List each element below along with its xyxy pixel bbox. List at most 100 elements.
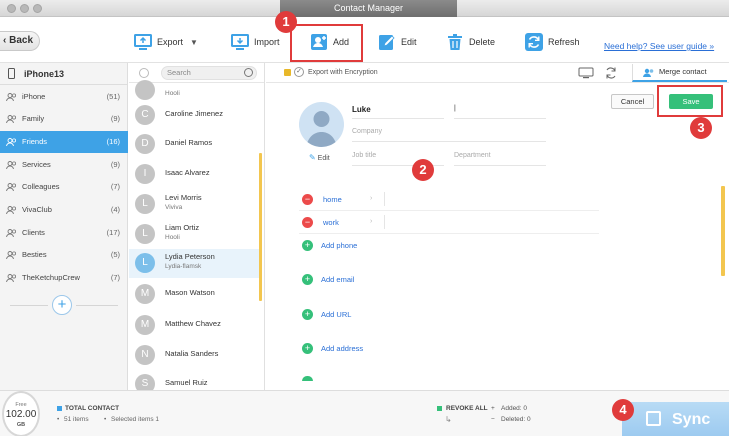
group-label: Colleagues: [22, 182, 60, 191]
group-icon: [6, 161, 17, 169]
revoke-marker: [437, 406, 442, 411]
contact-row[interactable]: C Caroline Jimenez: [129, 101, 259, 130]
storage-gauge: Free 102.00 GB: [2, 391, 40, 436]
delete-label: Delete: [469, 37, 496, 47]
chevron-right-icon: ›: [370, 195, 373, 202]
contact-row-selected[interactable]: L Lydia Peterson Lydia-flamsk: [129, 249, 259, 278]
add-address-link[interactable]: Add address: [321, 344, 363, 353]
encryption-checkbox[interactable]: ✓: [294, 67, 304, 77]
sidebar-group-vivaclub[interactable]: VivaClub (4): [0, 199, 128, 221]
contact-photo[interactable]: [299, 102, 344, 147]
add-url-link[interactable]: Add URL: [321, 310, 351, 319]
total-contact-marker: [57, 406, 62, 411]
first-name-field[interactable]: Luke: [352, 105, 444, 119]
device-name: iPhone13: [24, 69, 65, 79]
phone-label-work[interactable]: work: [323, 218, 339, 227]
contact-row[interactable]: L Levi Morris Viviva: [129, 190, 259, 219]
add-email-link[interactable]: Add email: [321, 275, 354, 284]
callout-badge-1: 1: [275, 11, 297, 33]
refresh-button[interactable]: Refresh: [524, 30, 580, 54]
add-email-icon[interactable]: +: [302, 274, 313, 285]
remove-work-phone-button[interactable]: −: [302, 217, 313, 228]
chevron-left-icon: ‹: [3, 35, 7, 46]
sidebar-group-clients[interactable]: Clients (17): [0, 222, 128, 244]
add-phone-icon[interactable]: +: [302, 240, 313, 251]
selected-items: Selected items 1: [111, 416, 160, 423]
department-field[interactable]: Department: [454, 152, 546, 166]
add-more-icon[interactable]: [302, 376, 313, 381]
contact-row[interactable]: N Natalia Sanders: [129, 341, 259, 370]
contact-avatar: M: [135, 315, 155, 335]
group-label: Clients: [22, 228, 45, 237]
sidebar-group-besties[interactable]: Besties (5): [0, 244, 128, 266]
sidebar-group-theketchupcrew[interactable]: TheKetchupCrew (7): [0, 267, 128, 289]
divider: [299, 233, 599, 234]
callout-badge-4: 4: [612, 399, 634, 421]
back-button[interactable]: ‹ Back: [0, 31, 40, 51]
contact-name: Caroline Jimenez: [165, 109, 223, 118]
merge-contact-button[interactable]: Merge contact: [632, 64, 727, 82]
sync-icon: [646, 411, 661, 426]
contact-list: Search Hooli C Caroline Jimenez D Daniel…: [129, 63, 265, 390]
refresh-label: Refresh: [548, 37, 580, 47]
callout-box-save: [657, 85, 723, 117]
contact-row[interactable]: I Isaac Alvarez: [129, 160, 259, 189]
export-button[interactable]: Export ▼: [133, 30, 198, 54]
device-header[interactable]: iPhone13: [0, 63, 127, 85]
import-icon: [231, 34, 249, 50]
group-count: (51): [106, 92, 120, 101]
contact-name: Levi Morris: [165, 193, 202, 202]
contact-list-scrollbar[interactable]: [259, 153, 262, 301]
group-label: Friends: [22, 137, 48, 146]
callout-badge-2: 2: [412, 159, 434, 181]
sync-label: Sync: [672, 411, 711, 428]
phone-label-home[interactable]: home: [323, 195, 342, 204]
items-count: 51 items: [64, 416, 89, 423]
edit-button[interactable]: Edit: [377, 30, 417, 54]
group-count: (17): [106, 228, 120, 237]
revoke-all-button[interactable]: REVOKE ALL: [446, 405, 488, 412]
contact-avatar: [135, 80, 155, 100]
window-close-button[interactable]: [7, 4, 16, 13]
contact-row[interactable]: M Matthew Chavez: [129, 311, 259, 340]
screen-icon[interactable]: [578, 67, 594, 79]
add-address-icon[interactable]: +: [302, 343, 313, 354]
contact-row[interactable]: L Liam Ortiz Hooli: [129, 220, 259, 249]
plus-icon: +: [491, 405, 495, 412]
trash-icon: [448, 34, 462, 50]
contact-row[interactable]: M Mason Watson: [129, 280, 259, 309]
add-phone-link[interactable]: Add phone: [321, 241, 357, 250]
delete-button[interactable]: Delete: [445, 30, 495, 54]
callout-box-add: [290, 24, 363, 62]
detail-scrollbar[interactable]: [721, 186, 725, 276]
import-button[interactable]: Import: [230, 30, 280, 54]
remove-home-phone-button[interactable]: −: [302, 194, 313, 205]
contact-row[interactable]: D Daniel Ramos: [129, 130, 259, 159]
sidebar-group-services[interactable]: Services (9): [0, 154, 128, 176]
text-caret: |: [454, 105, 456, 112]
contact-row[interactable]: S Samuel Ruiz: [129, 370, 259, 390]
sidebar-group-iphone[interactable]: iPhone (51): [0, 86, 128, 108]
group-icon: [6, 115, 17, 123]
add-group-button[interactable]: +: [52, 295, 72, 315]
deleted-count: Deleted: 0: [501, 416, 531, 423]
sidebar-group-family[interactable]: Family (9): [0, 108, 128, 130]
window-zoom-button[interactable]: [33, 4, 42, 13]
contact-company: Viviva: [165, 204, 183, 211]
edit-photo-icon: ✎: [309, 153, 316, 162]
last-name-field[interactable]: |: [454, 105, 546, 119]
company-field[interactable]: Company: [352, 128, 546, 142]
group-count: (7): [110, 273, 120, 282]
sync-button[interactable]: Sync: [622, 402, 729, 436]
window-minimize-button[interactable]: [20, 4, 29, 13]
sync-arrows-icon[interactable]: [604, 66, 618, 80]
storage-value: 102.00: [5, 409, 37, 420]
edit-photo-button[interactable]: ✎ Edit: [309, 153, 330, 162]
sidebar-group-friends[interactable]: Friends (16): [0, 131, 128, 153]
add-url-icon[interactable]: +: [302, 309, 313, 320]
user-guide-link[interactable]: Need help? See user guide »: [604, 41, 714, 51]
group-label: iPhone: [22, 92, 46, 101]
caret-down-icon[interactable]: ▼: [190, 38, 198, 47]
sidebar-group-colleagues[interactable]: Colleagues (7): [0, 176, 128, 198]
cancel-button[interactable]: Cancel: [611, 94, 654, 109]
